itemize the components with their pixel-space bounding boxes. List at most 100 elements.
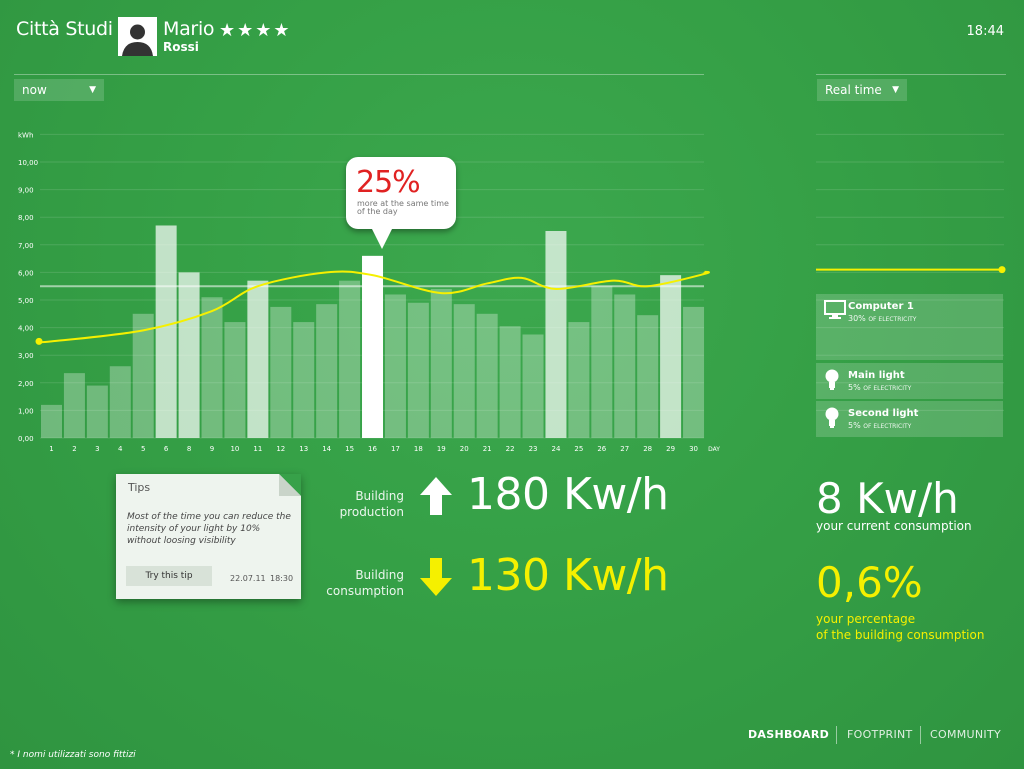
y-tick-label: 4,00: [18, 325, 34, 333]
bar: [201, 297, 223, 438]
y-tick-label: 0,00: [18, 435, 34, 443]
device-share: 5% OF ELECTRICITY: [848, 421, 911, 430]
arrow-up-icon: [420, 477, 452, 515]
bar: [637, 315, 659, 438]
period-select[interactable]: now ▼: [14, 79, 104, 101]
x-tick-label: 28: [643, 445, 652, 453]
x-tick-label: 23: [529, 445, 538, 453]
y-tick-label: 8,00: [18, 214, 34, 222]
bar: [453, 304, 475, 438]
tips-body: Most of the time you can reduce the inte…: [127, 512, 291, 546]
x-tick-label: 25: [574, 445, 583, 453]
bar: [316, 304, 338, 438]
bar: [41, 404, 62, 438]
device-item-computer[interactable]: Computer 1 30% OF ELECTRICITY: [816, 294, 1003, 360]
production-value: 180 Kw/h: [467, 469, 669, 520]
x-tick-label: 14: [322, 445, 331, 453]
device-item-main-light[interactable]: Main light 5% OF ELECTRICITY: [816, 363, 1003, 399]
avatar[interactable]: [118, 17, 157, 56]
bar: [270, 306, 292, 438]
monitor-icon: [824, 300, 846, 319]
y-tick-label: 2,00: [18, 380, 34, 388]
y-tick-label: 3,00: [18, 352, 34, 360]
header-divider-right: [816, 74, 1006, 75]
bar: [224, 322, 246, 438]
nav-separator: [836, 726, 837, 744]
bar: [109, 366, 131, 438]
x-tick-label: 26: [597, 445, 606, 453]
app-title: Città Studi: [16, 18, 113, 40]
mode-select-value: Real time: [825, 83, 882, 97]
x-tick-label: 10: [230, 445, 239, 453]
x-tick-label: 8: [187, 445, 191, 453]
device-share: 5% OF ELECTRICITY: [848, 383, 911, 392]
period-select-value: now: [22, 83, 47, 97]
mode-select[interactable]: Real time ▼: [817, 79, 907, 101]
callout-text: more at the same time of the day: [357, 199, 449, 216]
x-tick-label: 5: [141, 445, 145, 453]
x-tick-label: 13: [299, 445, 308, 453]
x-axis-label: DAY: [708, 446, 720, 453]
bar: [339, 280, 361, 438]
current-consumption-value: 8 Kw/h: [816, 474, 959, 523]
x-tick-label: 4: [118, 445, 123, 453]
device-pct-value: 5%: [848, 421, 861, 430]
x-tick-label: 20: [460, 445, 469, 453]
bar: [545, 231, 567, 438]
device-pct-unit: OF ELECTRICITY: [863, 385, 912, 392]
try-tip-button[interactable]: Try this tip: [126, 566, 212, 586]
production-label-line2: production: [339, 505, 404, 519]
nav-dashboard[interactable]: DASHBOARD: [748, 728, 829, 741]
device-item-second-light[interactable]: Second light 5% OF ELECTRICITY: [816, 401, 1003, 437]
user-first-name: Mario: [163, 18, 215, 40]
x-tick-label: 18: [414, 445, 423, 453]
bar: [293, 322, 315, 438]
chevron-down-icon: ▼: [892, 85, 899, 95]
device-name: Second light: [848, 408, 919, 419]
bulb-icon: [825, 407, 839, 428]
x-tick-label: 9: [210, 445, 214, 453]
x-tick-label: 3: [95, 445, 99, 453]
production-label-line1: Building: [355, 489, 404, 503]
x-tick-label: 19: [437, 445, 446, 453]
current-consumption-label: your current consumption: [816, 519, 972, 533]
bar: [614, 294, 636, 438]
bar: [362, 255, 384, 438]
device-share: 30% OF ELECTRICITY: [848, 314, 916, 323]
bar: [178, 272, 200, 438]
clock: 18:44: [966, 24, 1004, 39]
x-tick-label: 22: [506, 445, 515, 453]
y-tick-label: 7,00: [18, 242, 34, 250]
device-pct-unit: OF ELECTRICITY: [868, 316, 917, 323]
bar: [86, 385, 108, 438]
bar: [568, 322, 590, 438]
consumption-label-line2: consumption: [326, 584, 404, 598]
nav-community[interactable]: COMMUNITY: [930, 728, 1001, 741]
device-pct-value: 5%: [848, 383, 861, 392]
bar: [499, 326, 521, 438]
y-axis-label: kWh: [18, 131, 33, 139]
tips-date: 22.07.11: [230, 574, 266, 583]
y-tick-label: 1,00: [18, 407, 34, 415]
user-rating-stars: ★★★★: [219, 20, 292, 41]
bar: [63, 373, 85, 438]
y-tick-label: 6,00: [18, 269, 34, 277]
bar: [430, 288, 452, 438]
arrow-down-icon: [420, 558, 452, 596]
percentage-label: your percentage of the building consumpt…: [816, 611, 984, 643]
tips-title: Tips: [128, 481, 151, 494]
percentage-label-line1: your percentage: [816, 612, 916, 626]
x-tick-label: 16: [368, 445, 377, 453]
consumption-value: 130 Kw/h: [467, 550, 669, 601]
tips-time: 18:30: [270, 574, 294, 583]
user-silhouette-icon: [122, 24, 153, 56]
callout-value: 25%: [356, 165, 421, 200]
y-tick-label: 9,00: [18, 187, 34, 195]
consumption-label: Building consumption: [318, 567, 404, 599]
nav-separator: [920, 726, 921, 744]
nav-footprint[interactable]: FOOTPRINT: [847, 728, 913, 741]
production-label: Building production: [318, 488, 404, 520]
bar: [155, 225, 177, 438]
device-pct-unit: OF ELECTRICITY: [863, 423, 912, 430]
bar: [247, 280, 269, 438]
